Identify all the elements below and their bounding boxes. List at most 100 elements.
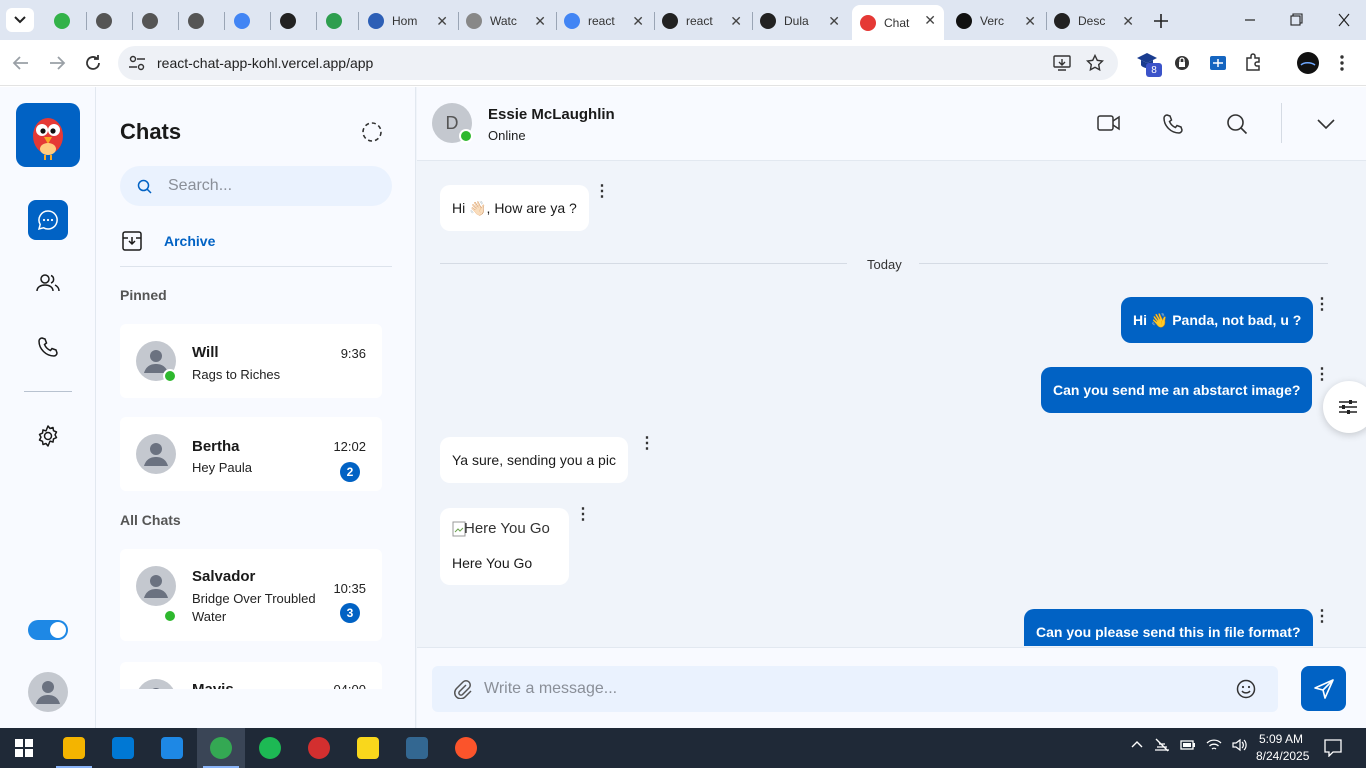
search-icon xyxy=(137,179,152,194)
store-app[interactable] xyxy=(99,728,147,768)
battery-icon[interactable] xyxy=(1180,739,1196,751)
message-placeholder: Write a message... xyxy=(484,680,618,697)
broken-image[interactable]: Here You Go xyxy=(452,520,550,537)
site-settings-icon[interactable] xyxy=(128,55,146,71)
chat-card-bertha[interactable]: Bertha Hey Paula 12:02 2 xyxy=(120,417,382,491)
send-button[interactable] xyxy=(1301,666,1346,711)
new-tab-button[interactable] xyxy=(1150,10,1172,32)
chrome-app[interactable] xyxy=(197,728,245,768)
archive-link[interactable]: Archive xyxy=(122,229,392,253)
start-button[interactable] xyxy=(0,728,48,768)
close-tab-icon[interactable]: ✕ xyxy=(534,13,546,30)
close-tab-icon[interactable]: ✕ xyxy=(436,13,448,30)
address-bar[interactable]: react-chat-app-kohl.vercel.app/app xyxy=(118,46,1118,80)
profile-avatar[interactable] xyxy=(1297,52,1319,74)
list-fade xyxy=(96,689,415,728)
browser-tab[interactable]: Verc ✕ xyxy=(948,6,1044,36)
browser-tab[interactable]: react ✕ xyxy=(654,6,750,36)
chat-card-salvador[interactable]: Salvador Bridge Over Troubled Water 10:3… xyxy=(120,549,382,641)
conversation-panel: D Essie McLaughlin Online Hi 👋🏻, How are… xyxy=(417,87,1366,728)
browser-tab[interactable] xyxy=(226,6,268,36)
chat-card-will[interactable]: Will Rags to Riches 9:36 xyxy=(120,324,382,398)
theme-toggle[interactable] xyxy=(28,620,68,640)
app-icon xyxy=(308,737,330,759)
nav-settings-button[interactable] xyxy=(36,424,60,448)
message-options-icon[interactable]: ⋮ xyxy=(1314,367,1330,383)
browser-tab[interactable] xyxy=(318,6,356,36)
user-avatar[interactable] xyxy=(28,672,68,712)
browser-tab[interactable] xyxy=(134,6,176,36)
browser-tab[interactable]: Chat ✕ xyxy=(852,5,944,40)
sticky-notes-app[interactable] xyxy=(344,728,392,768)
browser-tab[interactable] xyxy=(180,6,222,36)
browser-tab[interactable]: Dula ✕ xyxy=(752,6,848,36)
toggle-knob xyxy=(50,622,66,638)
browser-tab[interactable]: react ✕ xyxy=(556,6,652,36)
video-call-button[interactable] xyxy=(1097,113,1121,133)
extension-lock[interactable] xyxy=(1174,54,1190,72)
reload-button[interactable] xyxy=(82,52,104,74)
tab-search-button[interactable] xyxy=(6,8,34,32)
green-bolt-icon xyxy=(54,13,70,29)
message-input[interactable]: Write a message... xyxy=(432,666,1278,712)
install-app-icon[interactable] xyxy=(1053,54,1071,72)
forward-button[interactable] xyxy=(46,52,68,74)
conversation-menu-button[interactable] xyxy=(1316,118,1336,130)
file-explorer-app[interactable] xyxy=(50,728,98,768)
back-button[interactable] xyxy=(10,52,32,74)
last-message: Hey Paula xyxy=(192,460,252,475)
vscode-app[interactable] xyxy=(148,728,196,768)
postgres-app[interactable] xyxy=(393,728,441,768)
emoji-icon[interactable] xyxy=(1236,679,1256,699)
spotify-app[interactable] xyxy=(246,728,294,768)
browser-tab[interactable] xyxy=(46,6,84,36)
star-icon[interactable] xyxy=(1086,54,1104,72)
nav-calls-button[interactable] xyxy=(37,336,59,358)
close-tab-icon[interactable]: ✕ xyxy=(632,13,644,30)
message-options-icon[interactable]: ⋮ xyxy=(639,436,655,452)
list-divider xyxy=(120,266,392,267)
browser-tab[interactable]: Hom ✕ xyxy=(360,6,456,36)
close-tab-icon[interactable]: ✕ xyxy=(1024,13,1036,30)
network-off-icon[interactable] xyxy=(1154,738,1170,752)
close-window-button[interactable] xyxy=(1330,10,1358,30)
volume-icon[interactable] xyxy=(1232,738,1248,752)
browser-tab[interactable] xyxy=(272,6,314,36)
close-tab-icon[interactable]: ✕ xyxy=(730,13,742,30)
extension-blue[interactable] xyxy=(1208,53,1228,73)
search-box[interactable]: Search... xyxy=(120,166,392,206)
user-silhouette-icon xyxy=(144,575,168,598)
message-options-icon[interactable]: ⋮ xyxy=(1314,609,1330,625)
close-tab-icon[interactable]: ✕ xyxy=(1122,13,1134,30)
chevron-down-icon xyxy=(1317,119,1335,130)
brave-app[interactable] xyxy=(442,728,490,768)
restore-button[interactable] xyxy=(1282,10,1310,30)
new-chat-button[interactable] xyxy=(361,121,383,143)
extension-graduation[interactable]: 8 xyxy=(1136,51,1162,77)
message-options-icon[interactable]: ⋮ xyxy=(1314,297,1330,313)
app-app[interactable] xyxy=(295,728,343,768)
close-tab-icon[interactable]: ✕ xyxy=(828,13,840,30)
nav-groups-button[interactable] xyxy=(36,272,60,294)
notifications-button[interactable] xyxy=(1324,739,1342,757)
message-options-icon[interactable]: ⋮ xyxy=(594,184,610,200)
close-tab-icon[interactable]: ✕ xyxy=(924,12,936,29)
chevron-up-icon[interactable] xyxy=(1130,738,1144,752)
browser-tab[interactable]: Watc ✕ xyxy=(458,6,554,36)
clock[interactable]: 5:09 AM 8/24/2025 xyxy=(1256,731,1309,765)
search-messages-button[interactable] xyxy=(1226,113,1248,135)
browser-tab[interactable] xyxy=(88,6,130,36)
chrome-icon xyxy=(210,737,232,759)
wifi-icon[interactable] xyxy=(1206,738,1222,752)
voice-call-button[interactable] xyxy=(1162,113,1184,135)
browser-tab[interactable]: Desc ✕ xyxy=(1046,6,1142,36)
paperclip-icon[interactable] xyxy=(453,679,473,699)
browser-menu-button[interactable] xyxy=(1338,54,1346,72)
message-options-icon[interactable]: ⋮ xyxy=(575,507,591,523)
extensions-button[interactable] xyxy=(1244,52,1264,72)
theme-settings-button[interactable] xyxy=(1323,381,1366,433)
nav-chats-button[interactable] xyxy=(28,200,68,240)
minimize-button[interactable] xyxy=(1236,12,1264,28)
parrot-logo-icon xyxy=(33,118,63,160)
search-input[interactable]: Search... xyxy=(168,177,232,195)
